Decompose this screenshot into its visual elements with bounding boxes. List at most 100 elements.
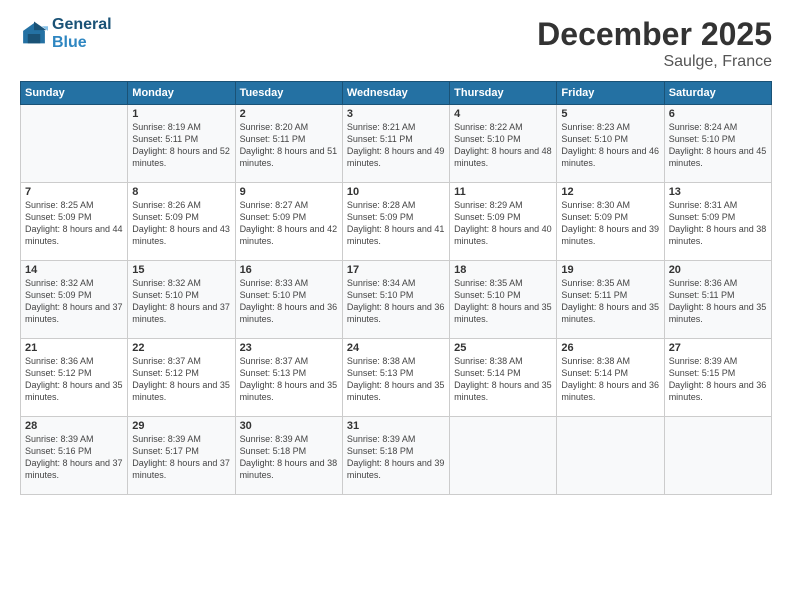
- week-row-5: 28Sunrise: 8:39 AMSunset: 5:16 PMDayligh…: [21, 417, 772, 495]
- cell-4-0: 28Sunrise: 8:39 AMSunset: 5:16 PMDayligh…: [21, 417, 128, 495]
- cell-info: Sunrise: 8:22 AMSunset: 5:10 PMDaylight:…: [454, 121, 552, 170]
- day-number: 8: [132, 186, 230, 198]
- day-number: 16: [240, 264, 338, 276]
- cell-3-5: 26Sunrise: 8:38 AMSunset: 5:14 PMDayligh…: [557, 339, 664, 417]
- day-number: 17: [347, 264, 445, 276]
- col-friday: Friday: [557, 82, 664, 105]
- day-number: 1: [132, 108, 230, 120]
- cell-info: Sunrise: 8:39 AMSunset: 5:18 PMDaylight:…: [347, 433, 445, 482]
- cell-info: Sunrise: 8:31 AMSunset: 5:09 PMDaylight:…: [669, 199, 767, 248]
- day-number: 18: [454, 264, 552, 276]
- col-tuesday: Tuesday: [235, 82, 342, 105]
- cell-info: Sunrise: 8:32 AMSunset: 5:09 PMDaylight:…: [25, 277, 123, 326]
- cell-4-6: [664, 417, 771, 495]
- cell-info: Sunrise: 8:33 AMSunset: 5:10 PMDaylight:…: [240, 277, 338, 326]
- cell-info: Sunrise: 8:35 AMSunset: 5:11 PMDaylight:…: [561, 277, 659, 326]
- cell-0-5: 5Sunrise: 8:23 AMSunset: 5:10 PMDaylight…: [557, 105, 664, 183]
- day-number: 20: [669, 264, 767, 276]
- cell-2-2: 16Sunrise: 8:33 AMSunset: 5:10 PMDayligh…: [235, 261, 342, 339]
- cell-info: Sunrise: 8:39 AMSunset: 5:17 PMDaylight:…: [132, 433, 230, 482]
- cell-info: Sunrise: 8:36 AMSunset: 5:11 PMDaylight:…: [669, 277, 767, 326]
- cell-info: Sunrise: 8:34 AMSunset: 5:10 PMDaylight:…: [347, 277, 445, 326]
- cell-4-1: 29Sunrise: 8:39 AMSunset: 5:17 PMDayligh…: [128, 417, 235, 495]
- cell-0-1: 1Sunrise: 8:19 AMSunset: 5:11 PMDaylight…: [128, 105, 235, 183]
- cell-info: Sunrise: 8:28 AMSunset: 5:09 PMDaylight:…: [347, 199, 445, 248]
- cell-info: Sunrise: 8:39 AMSunset: 5:16 PMDaylight:…: [25, 433, 123, 482]
- cell-info: Sunrise: 8:26 AMSunset: 5:09 PMDaylight:…: [132, 199, 230, 248]
- cell-1-1: 8Sunrise: 8:26 AMSunset: 5:09 PMDaylight…: [128, 183, 235, 261]
- cell-info: Sunrise: 8:27 AMSunset: 5:09 PMDaylight:…: [240, 199, 338, 248]
- cell-4-3: 31Sunrise: 8:39 AMSunset: 5:18 PMDayligh…: [342, 417, 449, 495]
- day-number: 7: [25, 186, 123, 198]
- logo-line1: General: [52, 16, 112, 34]
- cell-1-3: 10Sunrise: 8:28 AMSunset: 5:09 PMDayligh…: [342, 183, 449, 261]
- col-sunday: Sunday: [21, 82, 128, 105]
- cell-info: Sunrise: 8:35 AMSunset: 5:10 PMDaylight:…: [454, 277, 552, 326]
- day-number: 22: [132, 342, 230, 354]
- day-number: 10: [347, 186, 445, 198]
- cell-info: Sunrise: 8:24 AMSunset: 5:10 PMDaylight:…: [669, 121, 767, 170]
- col-thursday: Thursday: [450, 82, 557, 105]
- day-number: 12: [561, 186, 659, 198]
- calendar-table: Sunday Monday Tuesday Wednesday Thursday…: [20, 81, 772, 495]
- cell-3-0: 21Sunrise: 8:36 AMSunset: 5:12 PMDayligh…: [21, 339, 128, 417]
- day-number: 21: [25, 342, 123, 354]
- cell-0-4: 4Sunrise: 8:22 AMSunset: 5:10 PMDaylight…: [450, 105, 557, 183]
- day-number: 23: [240, 342, 338, 354]
- cell-4-4: [450, 417, 557, 495]
- cell-info: Sunrise: 8:32 AMSunset: 5:10 PMDaylight:…: [132, 277, 230, 326]
- cell-info: Sunrise: 8:29 AMSunset: 5:09 PMDaylight:…: [454, 199, 552, 248]
- col-saturday: Saturday: [664, 82, 771, 105]
- cell-info: Sunrise: 8:37 AMSunset: 5:13 PMDaylight:…: [240, 355, 338, 404]
- calendar-subtitle: Saulge, France: [537, 53, 772, 71]
- cell-info: Sunrise: 8:25 AMSunset: 5:09 PMDaylight:…: [25, 199, 123, 248]
- cell-0-0: [21, 105, 128, 183]
- day-number: 25: [454, 342, 552, 354]
- week-row-1: 1Sunrise: 8:19 AMSunset: 5:11 PMDaylight…: [21, 105, 772, 183]
- cell-0-2: 2Sunrise: 8:20 AMSunset: 5:11 PMDaylight…: [235, 105, 342, 183]
- week-row-3: 14Sunrise: 8:32 AMSunset: 5:09 PMDayligh…: [21, 261, 772, 339]
- week-row-4: 21Sunrise: 8:36 AMSunset: 5:12 PMDayligh…: [21, 339, 772, 417]
- day-number: 6: [669, 108, 767, 120]
- cell-3-3: 24Sunrise: 8:38 AMSunset: 5:13 PMDayligh…: [342, 339, 449, 417]
- cell-2-4: 18Sunrise: 8:35 AMSunset: 5:10 PMDayligh…: [450, 261, 557, 339]
- day-number: 31: [347, 420, 445, 432]
- cell-info: Sunrise: 8:38 AMSunset: 5:14 PMDaylight:…: [454, 355, 552, 404]
- day-number: 2: [240, 108, 338, 120]
- day-number: 11: [454, 186, 552, 198]
- day-number: 30: [240, 420, 338, 432]
- day-number: 28: [25, 420, 123, 432]
- day-number: 26: [561, 342, 659, 354]
- day-number: 14: [25, 264, 123, 276]
- day-number: 4: [454, 108, 552, 120]
- header: General Blue December 2025 Saulge, Franc…: [20, 16, 772, 71]
- cell-2-5: 19Sunrise: 8:35 AMSunset: 5:11 PMDayligh…: [557, 261, 664, 339]
- calendar-title: December 2025: [537, 16, 772, 53]
- cell-info: Sunrise: 8:23 AMSunset: 5:10 PMDaylight:…: [561, 121, 659, 170]
- title-block: December 2025 Saulge, France: [537, 16, 772, 71]
- cell-2-6: 20Sunrise: 8:36 AMSunset: 5:11 PMDayligh…: [664, 261, 771, 339]
- day-number: 15: [132, 264, 230, 276]
- logo: General Blue: [20, 16, 112, 51]
- day-number: 13: [669, 186, 767, 198]
- cell-4-2: 30Sunrise: 8:39 AMSunset: 5:18 PMDayligh…: [235, 417, 342, 495]
- day-number: 5: [561, 108, 659, 120]
- cell-2-0: 14Sunrise: 8:32 AMSunset: 5:09 PMDayligh…: [21, 261, 128, 339]
- cell-3-6: 27Sunrise: 8:39 AMSunset: 5:15 PMDayligh…: [664, 339, 771, 417]
- cell-info: Sunrise: 8:39 AMSunset: 5:15 PMDaylight:…: [669, 355, 767, 404]
- logo-icon: [20, 20, 48, 48]
- cell-1-5: 12Sunrise: 8:30 AMSunset: 5:09 PMDayligh…: [557, 183, 664, 261]
- header-row: Sunday Monday Tuesday Wednesday Thursday…: [21, 82, 772, 105]
- col-wednesday: Wednesday: [342, 82, 449, 105]
- cell-1-6: 13Sunrise: 8:31 AMSunset: 5:09 PMDayligh…: [664, 183, 771, 261]
- cell-0-6: 6Sunrise: 8:24 AMSunset: 5:10 PMDaylight…: [664, 105, 771, 183]
- cell-info: Sunrise: 8:39 AMSunset: 5:18 PMDaylight:…: [240, 433, 338, 482]
- cell-4-5: [557, 417, 664, 495]
- cell-info: Sunrise: 8:37 AMSunset: 5:12 PMDaylight:…: [132, 355, 230, 404]
- logo-line2: Blue: [52, 34, 112, 52]
- cell-info: Sunrise: 8:19 AMSunset: 5:11 PMDaylight:…: [132, 121, 230, 170]
- page: General Blue December 2025 Saulge, Franc…: [0, 0, 792, 612]
- cell-1-2: 9Sunrise: 8:27 AMSunset: 5:09 PMDaylight…: [235, 183, 342, 261]
- cell-info: Sunrise: 8:36 AMSunset: 5:12 PMDaylight:…: [25, 355, 123, 404]
- logo-text: General Blue: [52, 16, 112, 51]
